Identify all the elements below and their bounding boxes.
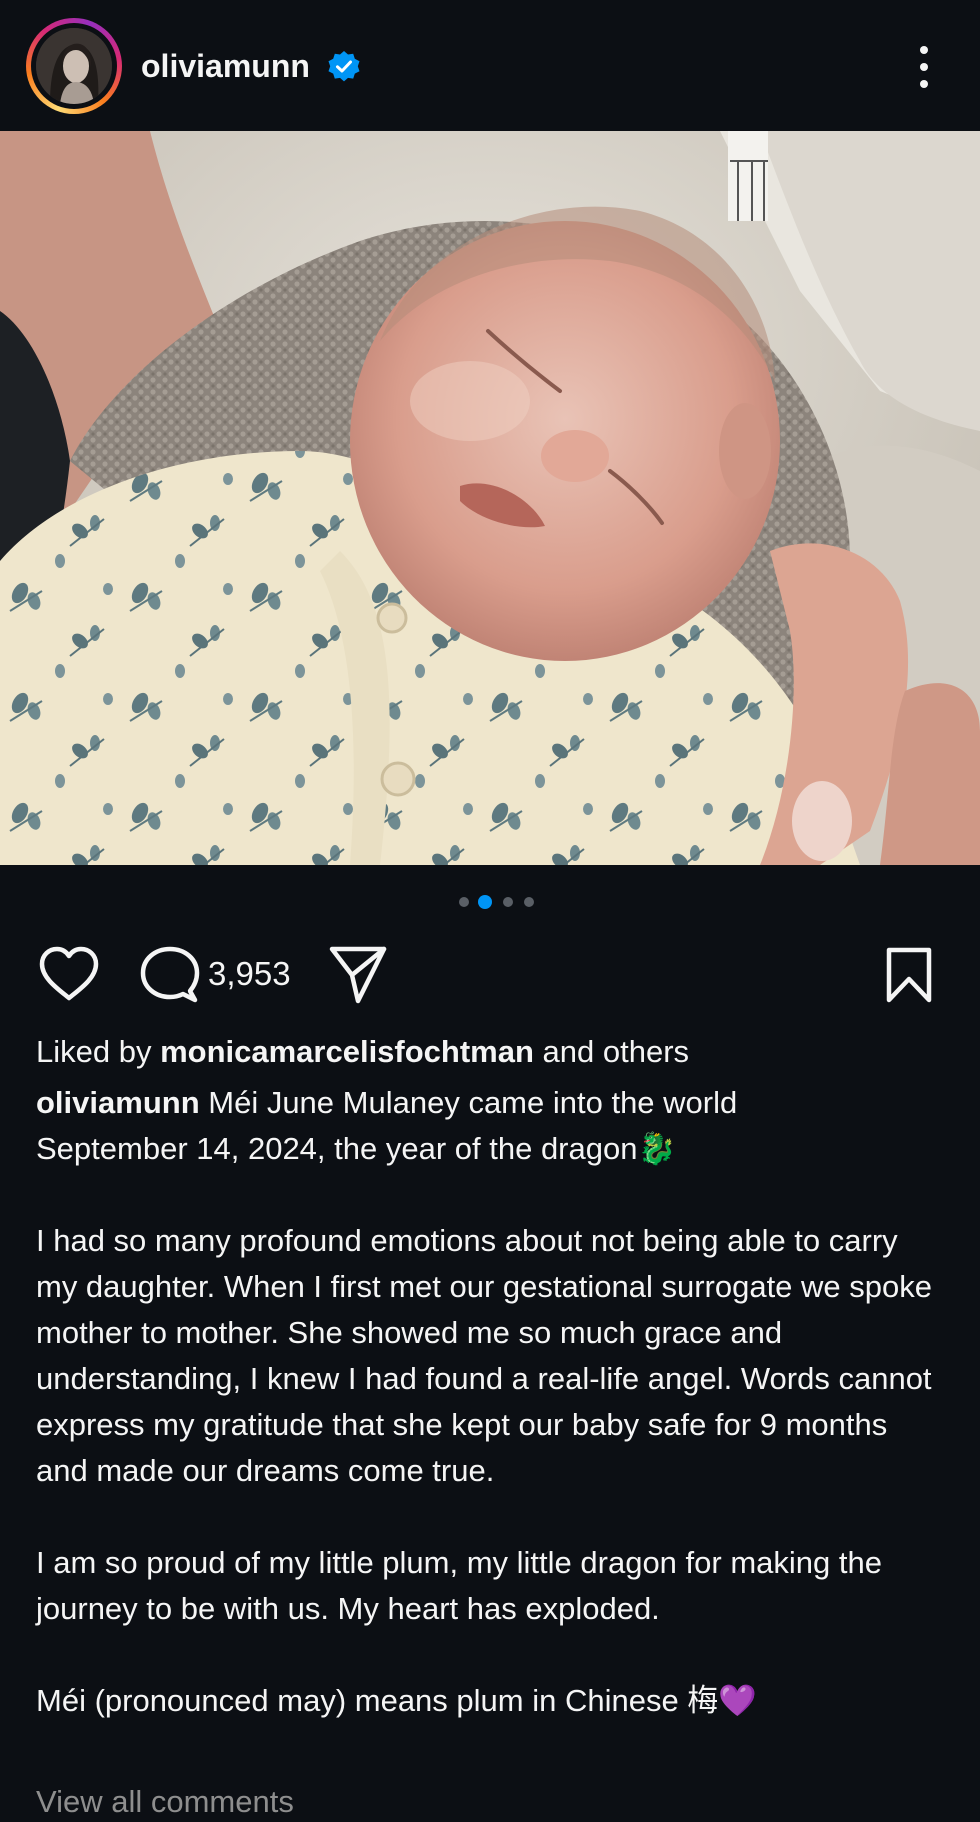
like-button[interactable] [38, 946, 100, 1002]
more-options-button[interactable] [896, 44, 952, 90]
save-button[interactable] [884, 946, 934, 1004]
liked-by-user[interactable]: monicamarcelisfochtman [160, 1034, 534, 1069]
avatar-image [36, 28, 112, 104]
liked-by: Liked by monicamarcelisfochtman and othe… [36, 1030, 946, 1074]
verified-badge-icon [328, 51, 360, 82]
header-username[interactable]: oliviamunn [141, 46, 310, 86]
heart-icon [39, 946, 99, 1001]
liked-by-suffix[interactable]: and others [534, 1034, 690, 1069]
post-image[interactable] [0, 131, 980, 865]
carousel-dot-active [478, 895, 492, 909]
comment-count[interactable]: 3,953 [208, 954, 291, 994]
send-icon [329, 946, 387, 1004]
caption-text: Méi June Mulaney came into the world Sep… [36, 1085, 933, 1718]
carousel-dot [524, 897, 534, 907]
liked-by-prefix: Liked by [36, 1034, 161, 1069]
carousel-indicator [0, 895, 980, 909]
post-header: oliviamunn [0, 0, 980, 131]
carousel-dot [503, 897, 513, 907]
story-ring[interactable] [26, 18, 122, 114]
newborn-photo [0, 131, 980, 865]
carousel-dot [459, 897, 469, 907]
comment-icon [140, 946, 200, 1003]
share-button[interactable] [327, 944, 389, 1006]
more-vertical-icon [920, 46, 928, 54]
bookmark-icon [886, 947, 932, 1003]
avatar[interactable] [36, 28, 112, 104]
view-all-comments-link[interactable]: View all comments [36, 1782, 294, 1822]
caption-username[interactable]: oliviamunn [36, 1085, 200, 1120]
comment-button[interactable] [139, 945, 201, 1005]
more-dot [920, 63, 928, 71]
post-caption: oliviamunn Méi June Mulaney came into th… [36, 1080, 946, 1724]
more-dot [920, 80, 928, 88]
